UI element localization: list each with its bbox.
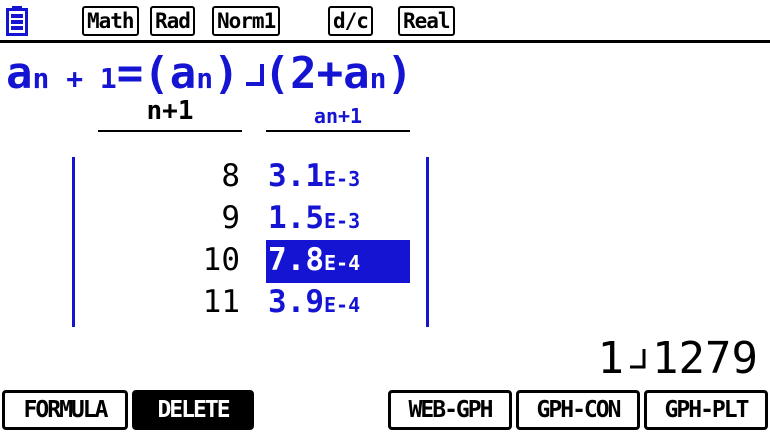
cell-an[interactable]: 3.9E-4 (266, 282, 410, 325)
mode-fraction-tag: d/c (328, 6, 373, 36)
cell-n[interactable]: 8 (100, 156, 240, 196)
delete-key[interactable]: DELETE (132, 390, 254, 430)
column-header-an[interactable]: an+1 (266, 104, 410, 128)
cell-exponent: E-4 (324, 251, 361, 275)
table-row[interactable]: 11 3.9E-4 (0, 282, 770, 322)
cell-an-selected[interactable]: 7.8E-4 (266, 240, 410, 283)
formula-paren: ) (386, 48, 413, 99)
mode-math-tag: Math (82, 6, 139, 36)
formula-subscript: n (369, 62, 387, 95)
table-row[interactable]: 8 3.1E-3 (0, 156, 770, 196)
formula-denominator: (2+a (263, 48, 370, 99)
column-header-n[interactable]: n+1 (98, 96, 242, 126)
mode-complex-tag: Real (398, 6, 455, 36)
cell-exponent: E-3 (324, 209, 361, 233)
graph-plot-key[interactable]: GPH-PLT (644, 390, 768, 430)
header-underline (98, 130, 242, 132)
web-graph-key[interactable]: WEB-GPH (388, 390, 512, 430)
fraction-symbol-icon (240, 48, 264, 88)
battery-icon (6, 6, 28, 36)
table-row[interactable]: 9 1.5E-3 (0, 198, 770, 238)
cell-n[interactable]: 9 (100, 198, 240, 238)
mode-display-tag: Norm1 (212, 6, 281, 36)
graph-connect-key[interactable]: GPH-CON (516, 390, 640, 430)
cell-an[interactable]: 3.1E-3 (266, 156, 410, 199)
formula-paren: ) (213, 48, 240, 99)
cell-an[interactable]: 1.5E-3 (266, 198, 410, 241)
formula-key[interactable]: FORMULA (2, 390, 128, 430)
result-whole: 1 (597, 333, 625, 384)
cell-mantissa: 3.9 (268, 284, 324, 320)
table-row[interactable]: 10 7.8E-4 (0, 240, 770, 283)
cell-mantissa: 1.5 (268, 200, 324, 236)
fraction-symbol-icon (630, 349, 646, 369)
formula-numerator: =(a (116, 48, 197, 99)
cell-n[interactable]: 10 (100, 240, 240, 280)
cell-exponent: E-3 (324, 167, 361, 191)
result-rest: 1279 (652, 333, 758, 384)
cell-exponent: E-4 (324, 293, 361, 317)
cell-mantissa: 7.8 (268, 242, 324, 278)
status-bar: Math Rad Norm1 d/c Real (0, 0, 770, 40)
formula-subscript: n + 1 (32, 62, 117, 95)
cell-mantissa: 3.1 (268, 158, 324, 194)
header-underline (266, 130, 410, 132)
result-value: 1 1279 (598, 334, 758, 384)
formula-subscript: n (196, 62, 214, 95)
recursion-formula: a n + 1 =(a n ) (2+a n ) (6, 48, 413, 99)
formula-a: a (6, 48, 33, 99)
mode-angle-tag: Rad (150, 6, 195, 36)
status-divider (0, 40, 770, 43)
cell-n[interactable]: 11 (100, 282, 240, 322)
